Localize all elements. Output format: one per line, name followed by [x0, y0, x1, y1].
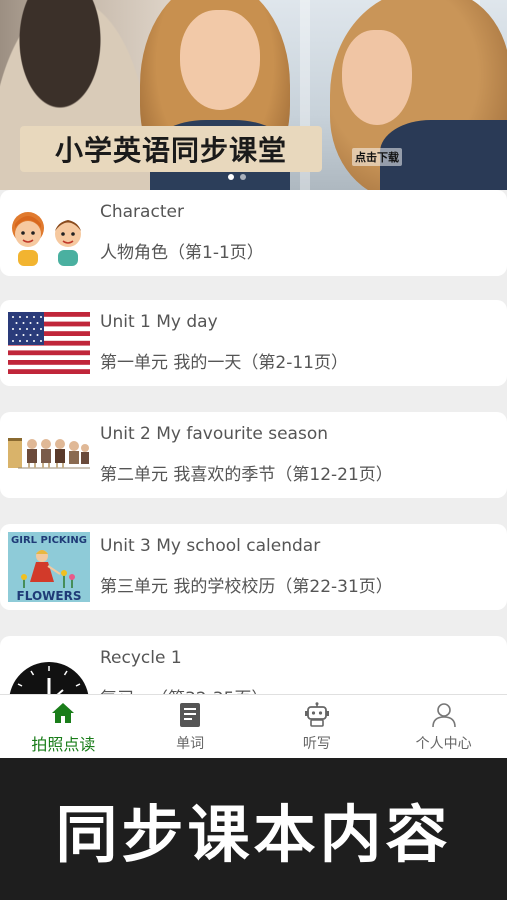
thumb-caption-top: GIRL PICKING	[11, 535, 87, 546]
lesson-list[interactable]: Character 人物角色（第1-1页） Unit 1 My day 第一单元…	[0, 190, 507, 694]
lesson-subtitle: 人物角色（第1-1页）	[100, 243, 264, 263]
nav-item-photo-read[interactable]: 拍照点读	[0, 695, 127, 758]
lesson-title: Unit 2 My favourite season	[100, 424, 329, 444]
nav-item-words[interactable]: 单词	[127, 695, 254, 758]
user-icon	[430, 701, 458, 729]
carousel-dot[interactable]	[228, 174, 234, 180]
nav-item-profile[interactable]: 个人中心	[380, 695, 507, 758]
lesson-title: Character	[100, 202, 184, 222]
banner-title: 小学英语同步课堂	[54, 134, 287, 167]
banner-girl-face	[180, 10, 260, 110]
thumb-caption-bottom: FLOWERS	[17, 589, 82, 602]
home-icon	[49, 699, 77, 727]
lesson-title: Unit 1 My day	[100, 312, 218, 332]
lesson-subtitle: 第三单元 我的学校校历（第22-31页）	[100, 577, 393, 597]
lesson-item[interactable]: Recycle 1 复习一（第32-35页）	[0, 636, 507, 694]
banner-title-box: 小学英语同步课堂	[20, 126, 322, 172]
robot-icon	[303, 701, 331, 729]
girl-picking-flowers-icon: GIRL PICKING FLOWERS	[8, 532, 90, 602]
people-row-icon	[8, 420, 90, 490]
lesson-item[interactable]: Character 人物角色（第1-1页）	[0, 190, 507, 276]
app-screen: 小学英语同步课堂 点击下载 Character 人物角色（第1-1页） Unit…	[0, 0, 507, 758]
bottom-nav: 拍照点读 单词 听写 个人中心	[0, 694, 507, 758]
download-link[interactable]: 点击下载	[352, 148, 402, 166]
lesson-title: Recycle 1	[100, 648, 182, 668]
lesson-item[interactable]: Unit 1 My day 第一单元 我的一天（第2-11页）	[0, 300, 507, 386]
caption-text: 同步课本内容	[55, 798, 452, 871]
nav-label: 单词	[176, 735, 205, 752]
nav-label: 个人中心	[415, 735, 472, 752]
lesson-item[interactable]: Unit 2 My favourite season 第二单元 我喜欢的季节（第…	[0, 412, 507, 498]
carousel-dots	[228, 174, 246, 180]
book-icon	[176, 701, 204, 729]
banner-girl-face	[342, 30, 412, 125]
promo-caption: 同步课本内容	[0, 758, 507, 900]
nav-label: 拍照点读	[31, 734, 96, 754]
lesson-title: Unit 3 My school calendar	[100, 536, 321, 556]
carousel-dot[interactable]	[240, 174, 246, 180]
promo-banner[interactable]: 小学英语同步课堂 点击下载	[0, 0, 507, 190]
lesson-subtitle: 第一单元 我的一天（第2-11页）	[100, 353, 348, 373]
lesson-subtitle: 第二单元 我喜欢的季节（第12-21页）	[100, 465, 393, 485]
nav-label: 听写	[302, 735, 331, 752]
us-flag-icon	[8, 308, 90, 378]
clock-icon	[8, 644, 90, 694]
lesson-subtitle: 复习一（第32-35页）	[100, 684, 268, 694]
lesson-item[interactable]: GIRL PICKING FLOWERS Unit 3 My school ca…	[0, 524, 507, 610]
kids-faces-icon	[8, 198, 90, 268]
nav-item-dictation[interactable]: 听写	[254, 695, 381, 758]
